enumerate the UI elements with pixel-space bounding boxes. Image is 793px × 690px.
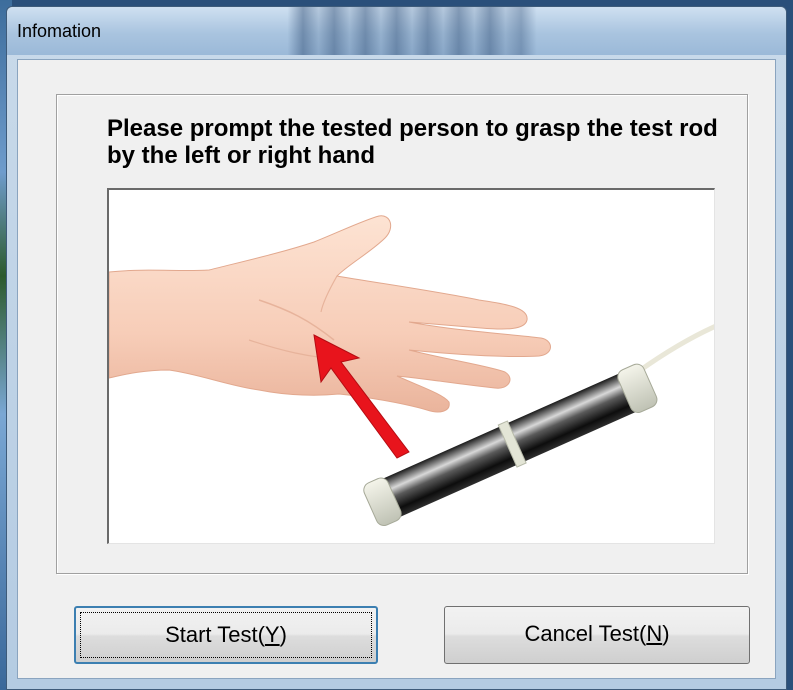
cancel-test-mnemonic: N [646, 621, 663, 646]
start-test-label: Start Test(Y) [165, 622, 287, 647]
instruction-group-box: Please prompt the tested person to grasp… [56, 94, 748, 574]
start-test-mnemonic: Y [264, 622, 280, 647]
dialog-window: Infomation Please prompt the tested pers… [6, 6, 787, 690]
instruction-message: Please prompt the tested person to grasp… [107, 115, 718, 169]
dialog-client-area: Please prompt the tested person to grasp… [17, 59, 776, 679]
cancel-test-label: Cancel Test(N) [524, 621, 670, 646]
hand-illustration [109, 215, 551, 413]
title-bar[interactable]: Infomation [7, 7, 786, 55]
window-title: Infomation [17, 21, 102, 41]
start-test-button[interactable]: Start Test(Y) [74, 606, 378, 664]
instruction-image [107, 188, 715, 544]
cancel-test-button[interactable]: Cancel Test(N) [444, 606, 750, 664]
